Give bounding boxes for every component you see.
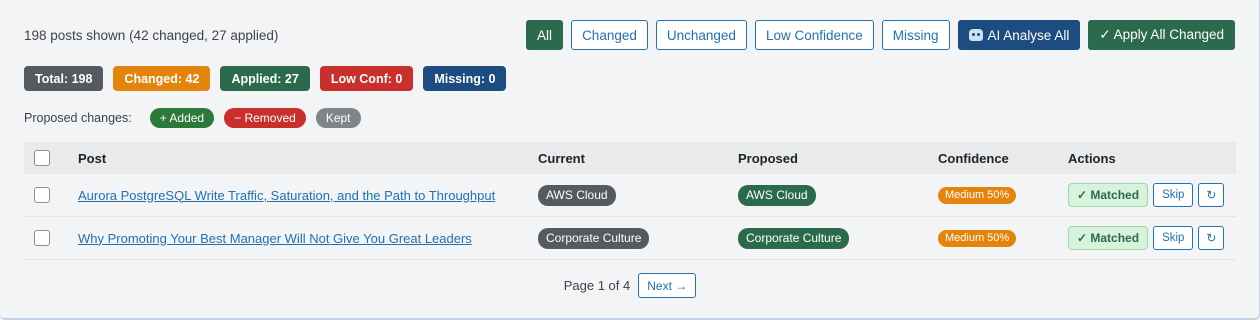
filter-changed-button[interactable]: Changed [571,20,648,50]
ai-analyse-label: AI Analyse All [987,27,1070,43]
filter-all-button[interactable]: All [526,20,564,50]
next-page-button[interactable]: Next → [638,273,697,298]
proposed-term-badge: Corporate Culture [738,227,850,249]
legend-added-pill: + Added [149,108,215,128]
pagination: Page 1 of 4 Next → [0,273,1260,298]
current-term-badge: Corporate Culture [538,227,650,249]
legend-kept-pill: Kept [315,108,361,128]
filter-low-confidence-button[interactable]: Low Confidence [754,20,874,50]
header-post: Post [78,150,107,166]
row-checkbox[interactable] [34,230,50,246]
table-row: Why Promoting Your Best Manager Will Not… [24,217,1236,260]
stat-missing-badge: Missing: 0 [423,66,507,91]
filter-missing-button[interactable]: Missing [881,20,950,50]
stat-applied-badge: Applied: 27 [220,66,310,91]
stat-low-conf-badge: Low Conf: 0 [319,66,414,91]
legend-removed-pill: − Removed [224,108,306,128]
header-current: Current [538,150,585,166]
table-header: Post Current Proposed Confidence Actions [24,142,1236,174]
confidence-badge: Medium 50% [938,229,1017,247]
post-link[interactable]: Aurora PostgreSQL Write Traffic, Saturat… [78,188,495,203]
header-confidence: Confidence [938,150,1009,166]
page-indicator: Page 1 of 4 [563,278,631,293]
reanalyse-icon[interactable]: ↻ [1198,226,1225,250]
matched-status: ✓ Matched [1068,226,1149,250]
current-term-badge: AWS Cloud [538,184,616,206]
reanalyse-icon[interactable]: ↻ [1198,183,1225,207]
robot-icon [968,29,983,41]
select-all-checkbox[interactable] [34,150,50,166]
header-actions: Actions [1068,150,1116,166]
bulk-review-panel: 198 posts shown (42 changed, 27 applied)… [0,0,1260,320]
legend-label: Proposed changes: [24,111,132,125]
matched-status: ✓ Matched [1068,183,1149,207]
proposed-term-badge: AWS Cloud [738,184,816,206]
filter-unchanged-button[interactable]: Unchanged [655,20,747,50]
stat-changed-badge: Changed: 42 [113,66,211,91]
table-row: Aurora PostgreSQL Write Traffic, Saturat… [24,174,1236,217]
stats-bar: Total: 198 Changed: 42 Applied: 27 Low C… [24,66,507,91]
posts-summary: 198 posts shown (42 changed, 27 applied) [24,27,279,43]
row-checkbox[interactable] [34,187,50,203]
filter-group: All Changed Unchanged Low Confidence Mis… [526,20,1235,50]
stat-total-badge: Total: 198 [24,66,104,91]
skip-button[interactable]: Skip [1153,183,1194,207]
posts-table: Post Current Proposed Confidence Actions… [24,142,1236,260]
ai-analyse-all-button[interactable]: AI Analyse All [957,20,1081,50]
apply-all-changed-button[interactable]: ✓ Apply All Changed [1088,20,1235,50]
confidence-badge: Medium 50% [938,186,1017,204]
header-proposed: Proposed [738,150,798,166]
proposed-changes-legend: Proposed changes: + Added − Removed Kept [24,108,361,128]
post-link[interactable]: Why Promoting Your Best Manager Will Not… [78,231,472,246]
toolbar: 198 posts shown (42 changed, 27 applied)… [24,20,1235,50]
skip-button[interactable]: Skip [1153,226,1194,250]
